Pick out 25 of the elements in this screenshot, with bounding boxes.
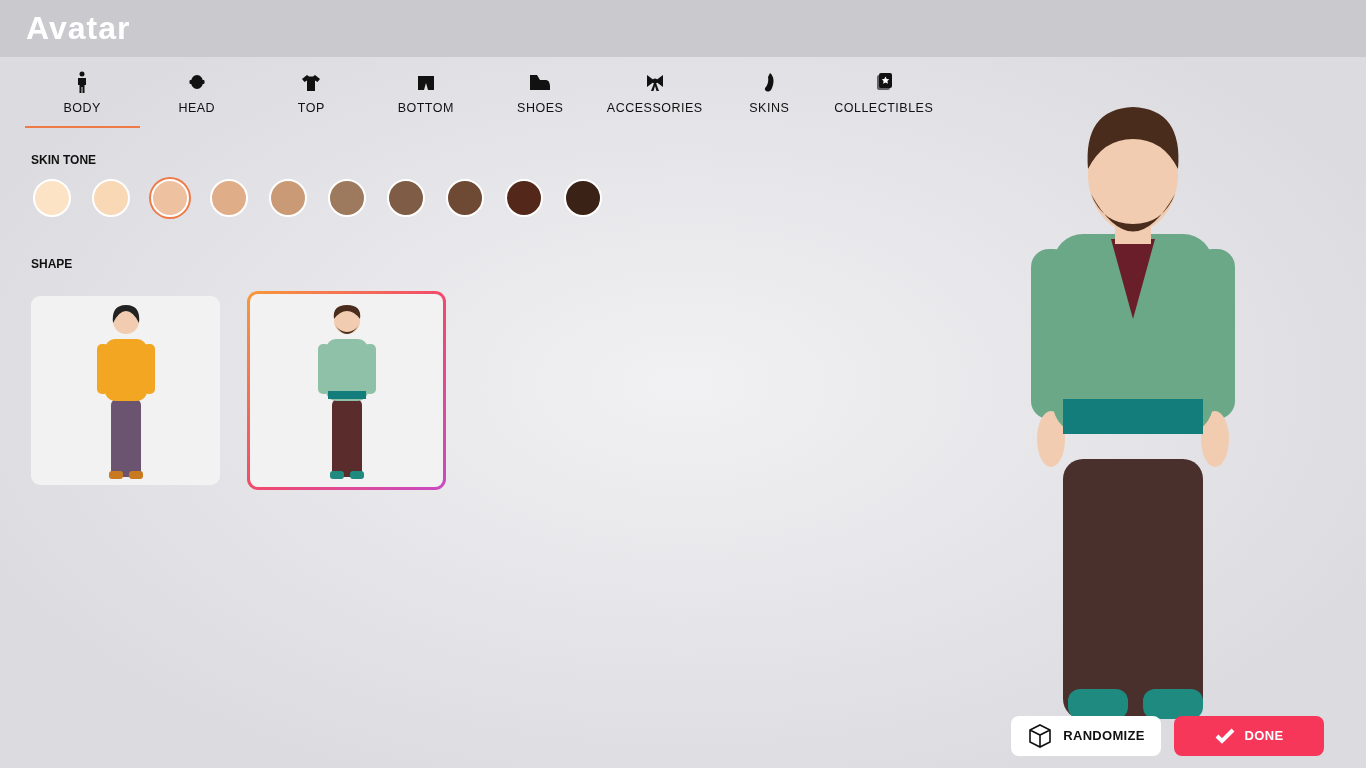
category-tab[interactable]: BODY — [25, 71, 140, 128]
skin-tone-swatch[interactable] — [387, 178, 425, 217]
done-button[interactable]: DONE — [1174, 716, 1324, 756]
category-tab[interactable]: BOTTOM — [368, 71, 483, 128]
category-tab[interactable]: SHOES — [483, 71, 598, 128]
randomize-button[interactable]: RANDOMIZE — [1011, 716, 1161, 756]
skin-tone-swatch[interactable] — [151, 178, 189, 217]
section-label: SHAPE — [31, 255, 74, 273]
category-tab[interactable]: HEAD — [139, 71, 254, 128]
checkmark-icon — [1214, 728, 1235, 744]
skin-tone-swatch[interactable] — [564, 178, 602, 217]
section-label: SKIN TONE — [31, 151, 98, 169]
skin-tone-swatch[interactable] — [328, 178, 366, 217]
skin-tone-swatch[interactable] — [446, 178, 484, 217]
skin-tone-swatch[interactable] — [269, 178, 307, 217]
skin-tone-swatch[interactable] — [33, 178, 71, 217]
skin-tone-swatch[interactable] — [210, 178, 248, 217]
category-tab[interactable]: SKINS — [712, 71, 827, 128]
category-tab[interactable]: ACCESSORIES — [597, 71, 712, 128]
body-shape-card[interactable] — [31, 295, 220, 485]
category-tab[interactable]: COLLECTIBLES — [826, 71, 941, 128]
category-tab[interactable]: TOP — [254, 71, 369, 128]
dice-icon — [1027, 723, 1054, 749]
skin-tone-swatch[interactable] — [505, 178, 543, 217]
skin-tone-swatch[interactable] — [92, 178, 130, 217]
